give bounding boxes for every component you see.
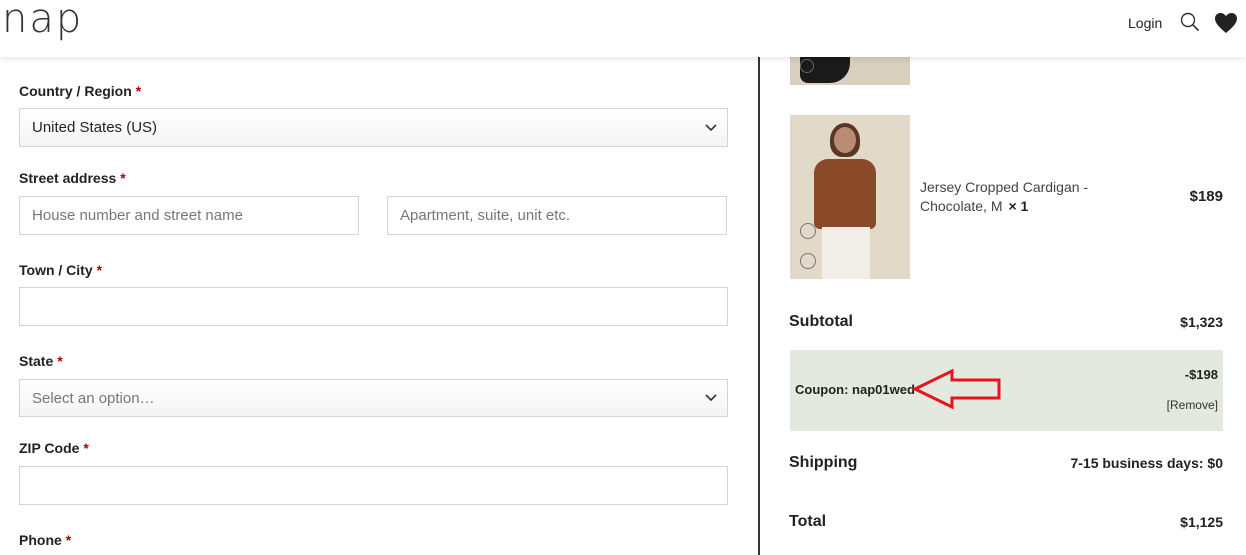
street-placeholder: House number and street name — [32, 207, 243, 224]
state-select[interactable]: Select an option… — [19, 379, 728, 417]
heart-icon[interactable] — [1214, 12, 1238, 34]
country-value: United States (US) — [32, 119, 158, 136]
country-select[interactable]: United States (US) — [19, 108, 728, 147]
town-label: Town / City * — [19, 262, 103, 278]
arrow-annotation-icon — [912, 368, 1001, 410]
coupon-amount: -$198 — [1184, 367, 1218, 382]
login-link[interactable]: Login — [1128, 15, 1162, 31]
zip-label: ZIP Code * — [19, 440, 89, 456]
product-quantity: × 1 — [1008, 198, 1029, 214]
total-label: Total — [789, 513, 827, 530]
search-icon[interactable] — [1180, 12, 1200, 32]
subtotal-value: $1,323 — [1180, 314, 1223, 330]
shipping-label: Shipping — [789, 454, 858, 471]
total-value: $1,125 — [1180, 514, 1223, 530]
site-header: nap Login — [0, 0, 1246, 57]
coupon-remove-link[interactable]: [Remove] — [1167, 398, 1218, 412]
subtotal-label: Subtotal — [789, 313, 853, 330]
coupon-row: Coupon: nap01wed -$198 [Remove] — [790, 350, 1223, 431]
zip-input[interactable] — [19, 466, 728, 505]
product-name: Jersey Cropped Cardigan - Chocolate, M × … — [920, 179, 1089, 214]
badge-icon — [800, 59, 814, 73]
coupon-label: Coupon: nap01wed — [795, 382, 915, 397]
apartment-input[interactable]: Apartment, suite, unit etc. — [387, 196, 727, 235]
product-price: $189 — [1189, 188, 1223, 205]
chevron-down-icon — [705, 123, 717, 131]
street-address-input[interactable]: House number and street name — [19, 196, 359, 235]
shipping-value: 7-15 business days: $0 — [1070, 455, 1223, 471]
state-label: State * — [19, 353, 63, 369]
product-thumbnail-previous — [790, 57, 910, 85]
state-placeholder: Select an option… — [32, 389, 155, 407]
badge-icon — [800, 253, 816, 269]
phone-label: Phone * — [19, 532, 72, 548]
chevron-down-icon — [705, 394, 717, 402]
badge-icon — [800, 223, 816, 239]
country-label: Country / Region * — [19, 83, 142, 99]
product-thumbnail — [790, 115, 910, 279]
street-label: Street address * — [19, 170, 126, 186]
column-divider — [758, 57, 760, 555]
site-logo[interactable]: nap — [2, 0, 83, 42]
apartment-placeholder: Apartment, suite, unit etc. — [400, 207, 571, 224]
town-input[interactable] — [19, 287, 728, 326]
